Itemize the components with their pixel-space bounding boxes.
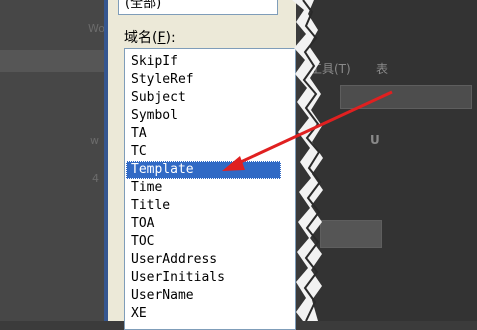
field-list-item[interactable]: XE bbox=[126, 305, 281, 323]
background-menu-table: 表 bbox=[376, 62, 389, 76]
field-list-item[interactable]: Template bbox=[126, 161, 281, 179]
field-list-item[interactable]: TC bbox=[126, 143, 281, 161]
field-list-item[interactable]: UserInitials bbox=[126, 269, 281, 287]
background-right-window: 工具(T) 表 U bbox=[300, 0, 477, 321]
field-list-item[interactable]: Time bbox=[126, 179, 281, 197]
field-list-item[interactable]: UserName bbox=[126, 287, 281, 305]
background-fragment: 4 bbox=[92, 172, 99, 185]
field-list-item[interactable]: SkipIf bbox=[126, 53, 281, 71]
background-left-window bbox=[0, 0, 112, 321]
background-menu-tools: 工具(T) bbox=[310, 62, 351, 76]
field-names-listbox[interactable]: SkipIf StyleRef Subject Symbol TA TC Template T… bbox=[124, 48, 296, 330]
category-value[interactable]: (全部) bbox=[118, 0, 278, 15]
field-list-item[interactable]: Subject bbox=[126, 89, 281, 107]
field-list-item[interactable]: Title bbox=[126, 197, 281, 215]
field-list-item[interactable]: TOC bbox=[126, 233, 281, 251]
field-list-item[interactable]: TA bbox=[126, 125, 281, 143]
field-names-label: 域名(F): bbox=[124, 30, 176, 46]
background-toolbar bbox=[340, 85, 472, 109]
field-list-item[interactable]: TOA bbox=[126, 215, 281, 233]
background-fragment: Wo bbox=[88, 22, 105, 35]
field-list-item[interactable]: Symbol bbox=[126, 107, 281, 125]
background-toolbar-strip bbox=[0, 50, 112, 72]
field-list-item[interactable]: UserAddress bbox=[126, 251, 281, 269]
background-fragment: w bbox=[90, 134, 99, 147]
background-fragment-u: U bbox=[370, 133, 380, 147]
background-panel bbox=[320, 220, 382, 248]
field-list-item[interactable]: StyleRef bbox=[126, 71, 281, 89]
field-dialog: (全部) 域名(F): SkipIf StyleRef Subject Symbol T… bbox=[104, 0, 296, 330]
